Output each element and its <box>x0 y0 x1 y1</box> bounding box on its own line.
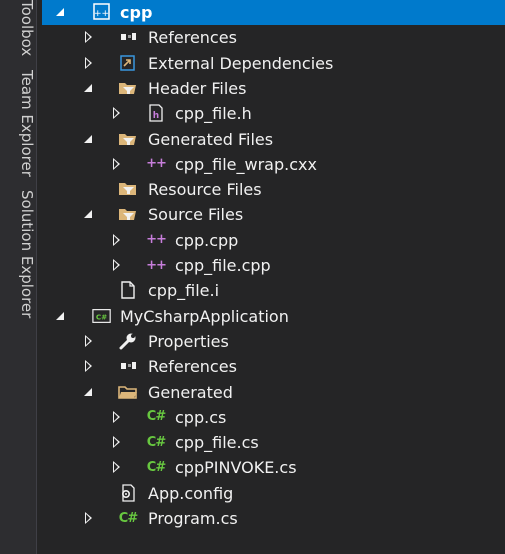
solution-explorer-tree: ++ cpp References External Dependencies Head… <box>42 0 505 554</box>
config-file-icon <box>118 484 138 502</box>
tree-item-cpp-cs[interactable]: C# cpp.cs <box>42 405 505 430</box>
tree-item-cpp[interactable]: ++ cpp <box>42 0 505 25</box>
collapse-arrow-icon[interactable] <box>82 82 94 94</box>
cpp-project-icon: ++ <box>92 3 112 21</box>
tree-item-source-files[interactable]: Source Files <box>42 202 505 227</box>
cpp-file-icon: ++ <box>146 257 167 273</box>
filter-folder-open-icon <box>118 130 138 148</box>
team-explorer-tab[interactable]: Team Explorer <box>0 70 36 177</box>
csharp-file-icon: C# <box>146 434 166 450</box>
tree-item-label: External Dependencies <box>148 53 334 73</box>
references-icon <box>118 357 138 375</box>
tree-item-label: Resource Files <box>148 180 262 200</box>
tree-item-references[interactable]: References <box>42 354 505 379</box>
collapse-arrow-icon[interactable] <box>54 6 66 18</box>
tree-item-label: References <box>148 357 237 377</box>
expand-arrow-icon[interactable] <box>110 107 122 120</box>
expand-arrow-icon[interactable] <box>110 259 122 271</box>
filter-folder-icon <box>118 180 138 198</box>
tree-item-references[interactable]: References <box>42 25 505 50</box>
tree-item-resource-files[interactable]: Resource Files <box>42 177 505 202</box>
expand-arrow-icon[interactable] <box>110 157 122 170</box>
tree-item-cpp-file-h[interactable]: h cpp_file.h <box>42 101 505 126</box>
tree-item-cpp-file-cs[interactable]: C# cpp_file.cs <box>42 430 505 455</box>
expand-arrow-icon[interactable] <box>82 56 94 69</box>
collapse-arrow-icon[interactable] <box>82 208 94 220</box>
expand-arrow-icon[interactable] <box>110 436 122 449</box>
expand-arrow-icon[interactable] <box>82 512 94 524</box>
folder-open-icon <box>118 383 138 401</box>
svg-text:C#: C# <box>96 312 107 321</box>
tree-item-properties[interactable]: Properties <box>42 329 505 354</box>
tree-item-generated[interactable]: Generated <box>42 380 505 405</box>
expand-arrow-icon[interactable] <box>110 461 122 474</box>
tree-item-label: cpp_file.h <box>175 104 252 124</box>
cpp-file-icon: ++ <box>146 232 167 248</box>
tree-item-label: cpp_file.cs <box>175 433 259 453</box>
tree-item-cpp-file-i[interactable]: cpp_file.i <box>42 278 505 303</box>
expand-arrow-icon[interactable] <box>110 410 122 423</box>
tree-item-label: cpp_file.cpp <box>175 256 271 275</box>
tree-item-label: cpp.cpp <box>175 230 239 250</box>
csharp-file-icon: C# <box>118 510 138 526</box>
tree-item-label: Program.cs <box>148 509 238 528</box>
tree-item-label: Header Files <box>148 78 247 98</box>
filter-folder-open-icon <box>118 205 138 223</box>
tree-item-app-config[interactable]: App.config <box>42 481 505 506</box>
tree-item-label: MyCsharpApplication <box>120 306 289 326</box>
references-icon <box>118 28 138 46</box>
collapse-arrow-icon[interactable] <box>54 310 66 322</box>
tree-item-cpppinvoke-cs[interactable]: C# cppPINVOKE.cs <box>42 455 505 480</box>
external-dependencies-icon <box>118 54 138 72</box>
svg-text:h: h <box>153 111 159 121</box>
tree-item-external-dependencies[interactable]: External Dependencies <box>42 51 505 76</box>
cpp-file-icon: ++ <box>146 156 167 172</box>
expand-arrow-icon[interactable] <box>82 31 94 44</box>
tree-item-label: cppPINVOKE.cs <box>175 458 297 478</box>
tree-item-label: References <box>148 28 237 48</box>
tree-item-cpp-file-wrap-cxx[interactable]: ++ cpp_file_wrap.cxx <box>42 152 505 177</box>
tree-item-generated-files[interactable]: Generated Files <box>42 127 505 152</box>
tree-item-header-files[interactable]: Header Files <box>42 76 505 101</box>
csharp-file-icon: C# <box>146 459 166 475</box>
tree-item-mycsharpapplication[interactable]: C# MyCsharpApplication <box>42 304 505 329</box>
toolbox-tab[interactable]: Toolbox <box>0 0 36 56</box>
tree-item-label: Generated <box>148 382 233 402</box>
tree-item-label: cpp_file_wrap.cxx <box>175 154 317 174</box>
csharp-file-icon: C# <box>146 409 166 425</box>
collapse-arrow-icon[interactable] <box>82 386 94 398</box>
svg-text:++: ++ <box>94 9 109 19</box>
expand-arrow-icon[interactable] <box>110 233 122 246</box>
csharp-project-icon: C# <box>92 307 112 325</box>
tree-item-label: Source Files <box>148 205 244 225</box>
side-tab-strip: Toolbox Team Explorer Solution Explorer <box>0 0 37 554</box>
tree-item-program-cs[interactable]: C# Program.cs <box>42 506 505 531</box>
wrench-icon <box>118 332 138 350</box>
expand-arrow-icon[interactable] <box>82 360 94 373</box>
tree-item-label: cpp.cs <box>175 407 227 427</box>
tree-item-label: Properties <box>148 331 229 351</box>
expand-arrow-icon[interactable] <box>82 334 94 347</box>
tree-item-label: cpp <box>120 3 153 22</box>
tree-item-label: Generated Files <box>148 129 274 149</box>
tree-item-cpp-file-cpp[interactable]: ++ cpp_file.cpp <box>42 253 505 278</box>
tree-item-label: cpp_file.i <box>148 281 220 301</box>
file-icon <box>118 281 138 299</box>
tree-item-cpp-cpp[interactable]: ++ cpp.cpp <box>42 228 505 253</box>
tree-item-label: App.config <box>148 483 234 503</box>
solution-explorer-tab[interactable]: Solution Explorer <box>0 190 36 318</box>
collapse-arrow-icon[interactable] <box>82 133 94 145</box>
filter-folder-open-icon <box>118 79 138 97</box>
header-file-icon: h <box>146 104 166 122</box>
